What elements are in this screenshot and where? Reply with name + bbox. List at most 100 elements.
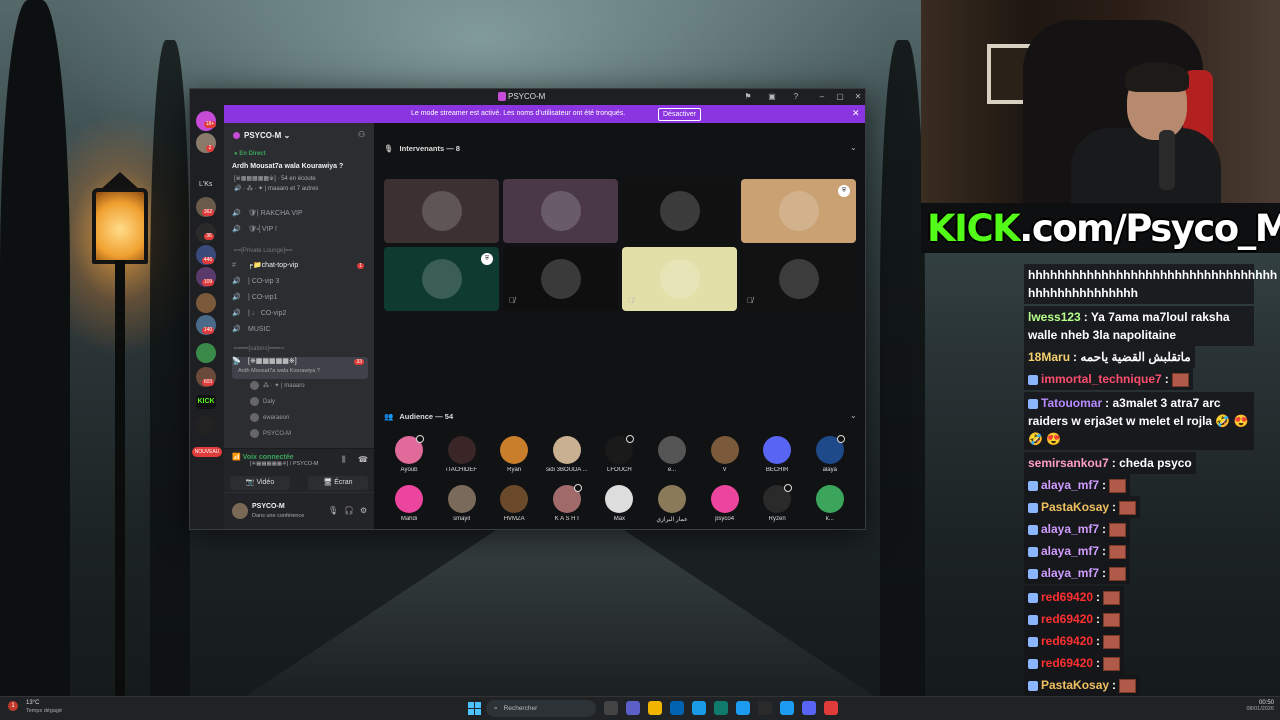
disable-streamer-mode-button[interactable]: Désactiver <box>658 108 702 121</box>
minimize-button[interactable]: – <box>816 91 828 103</box>
system-clock[interactable]: 00:50 08/01/2026 <box>1230 700 1274 712</box>
screen-share-icon[interactable]: ▣ <box>766 91 778 103</box>
taskbar-app-icon[interactable] <box>802 701 816 715</box>
channel-rakcha-vip[interactable]: 🔊 🛡| RAKCHA VIP <box>232 209 368 221</box>
server-folder-label: L'Ks <box>199 181 213 188</box>
chat-username: PastaKosay <box>1041 500 1110 514</box>
channel-label: 🛡╡VIP ! <box>248 226 277 233</box>
status-badge <box>626 435 635 443</box>
microphone-icon[interactable]: 🎙 <box>328 506 338 515</box>
server-icon[interactable] <box>196 293 216 313</box>
maximize-button[interactable]: ▢ <box>834 91 846 103</box>
taskbar: 1 13°C Temps dégagé ⌕ Rechercher 00:50 08… <box>0 696 1280 720</box>
chat-message: alaya_mf7: <box>1024 518 1131 540</box>
voice-channel-path: [※▦▦▦▦▦※] / PSYCO-M <box>250 461 319 467</box>
search-box[interactable]: ⌕ Rechercher <box>486 700 596 717</box>
audience-member[interactable]: BECHIR <box>752 436 802 482</box>
audience-member[interactable]: Mahdi <box>384 485 434 529</box>
chat-text: ماتقلبش القضية ياحمه <box>1080 350 1191 364</box>
server-icon[interactable] <box>196 415 216 435</box>
streamer-mode-banner: Le mode streamer est activé. Les noms d'… <box>224 105 865 123</box>
member-name: smayil <box>453 516 471 522</box>
stage-panel: 🎙 Intervenants — 8 ⌄ ⛨ ⛨ 🎙̸ 🎙̸ 🎙̸ 👥 Audience —… <box>374 123 865 529</box>
close-button[interactable]: ✕ <box>852 91 864 103</box>
taskbar-app-icon[interactable] <box>648 701 662 715</box>
help-icon[interactable]: ? <box>790 91 802 103</box>
audience-member[interactable]: sidi 3BOUDA ... <box>542 436 592 482</box>
audience-member[interactable]: Ryzen <box>752 484 802 529</box>
channel-vip[interactable]: 🔊 🛡╡VIP ! <box>232 225 368 237</box>
screen-share-button[interactable]: 🖥 Écran <box>308 476 368 490</box>
audience-member[interactable]: عمار البرازي <box>647 485 697 529</box>
channel-active-stage[interactable]: 📡 [※▦▦▦▦▦※] 33 Ardh Mousat7a wala Kourawi… <box>232 357 368 379</box>
headphones-icon[interactable]: 🎧 <box>344 506 354 515</box>
close-banner-icon[interactable]: ✕ <box>852 108 860 119</box>
live-label: ● En Direct <box>234 151 266 157</box>
taskbar-app-icon[interactable] <box>670 701 684 715</box>
unread-count: 33 <box>354 359 364 365</box>
audience-member[interactable]: Ayoub <box>384 435 434 482</box>
start-button[interactable] <box>468 702 481 715</box>
speaker-tile[interactable]: ⛨ <box>741 179 856 243</box>
taskbar-app-icon[interactable] <box>626 701 640 715</box>
audience-member[interactable]: HVMZA <box>489 485 539 529</box>
chat-text: cheda psyco <box>1119 456 1192 470</box>
speakers-header[interactable]: 🎙 Intervenants — 8 <box>384 144 460 153</box>
taskbar-app-icon[interactable] <box>758 701 772 715</box>
taskbar-app-icon[interactable] <box>692 701 706 715</box>
chevron-down-icon[interactable]: ⌄ <box>850 143 857 152</box>
speaker-tile[interactable] <box>622 179 737 243</box>
moderator-shield-icon: ⛨ <box>838 185 850 197</box>
channel-chat-top-vip[interactable]: # ╒📁chat-top-vip 1 <box>232 261 368 273</box>
speaker-tile[interactable] <box>503 179 618 243</box>
disconnect-icon[interactable]: ☎ <box>358 455 368 464</box>
stage-member[interactable]: Daly <box>250 397 275 409</box>
audience-member[interactable]: psyco4 <box>700 485 750 529</box>
taskbar-app-icon[interactable] <box>604 701 618 715</box>
channel-music[interactable]: 🔊 MUSIC <box>232 325 368 337</box>
audience-member[interactable]: Max <box>594 485 644 529</box>
audience-header[interactable]: 👥 Audience — 54 <box>384 412 453 421</box>
kick-server-icon[interactable]: KICK <box>196 395 216 409</box>
audience-member[interactable]: k... <box>805 485 855 529</box>
speaker-tile[interactable]: ⛨ <box>384 247 499 311</box>
category-private-lounge[interactable]: ╾━[Private Lounge]━╼ <box>234 247 292 254</box>
channel-co-vip2[interactable]: 🔊 | ♩ CO-vip2 <box>232 309 368 321</box>
taskbar-app-icon[interactable] <box>780 701 794 715</box>
chevron-down-icon[interactable]: ⌄ <box>850 411 857 420</box>
audience-member[interactable]: K A S H I <box>542 484 592 529</box>
video-button[interactable]: 📷 Vidéo <box>230 476 290 490</box>
speaker-tile[interactable]: 🎙̸ <box>503 247 618 311</box>
category-salons[interactable]: ╾━━━[salons]━━━╼ <box>234 345 284 352</box>
audience-member[interactable]: Ryan <box>489 436 539 482</box>
settings-gear-icon[interactable]: ⚙ <box>360 506 367 515</box>
audience-member[interactable]: alaya <box>805 435 855 482</box>
weather-condition: Temps dégagé <box>26 708 63 714</box>
audience-member[interactable]: LFOUCH <box>594 435 644 482</box>
noise-suppression-icon[interactable]: ⫼ <box>342 455 346 465</box>
avatar <box>250 397 259 406</box>
taskbar-app-icon[interactable] <box>714 701 728 715</box>
inbox-icon[interactable]: ⚑ <box>742 91 754 103</box>
audience-member[interactable]: V <box>700 436 750 482</box>
add-member-icon[interactable]: ⚇ <box>358 130 365 139</box>
stage-member[interactable]: ewaraeon <box>250 413 289 425</box>
taskbar-app-icon[interactable] <box>736 701 750 715</box>
stage-member[interactable]: ⁂ · ✦ | maaaro <box>250 381 305 393</box>
user-avatar[interactable] <box>232 503 248 519</box>
audience-member[interactable]: smayil <box>437 485 487 529</box>
chat-username: alaya_mf7 <box>1041 522 1100 536</box>
taskbar-app-icon[interactable] <box>824 701 838 715</box>
channel-co-vip-3[interactable]: 🔊 | CO-vip 3 <box>232 277 368 289</box>
stage-member[interactable]: PSYCO-M <box>250 429 291 441</box>
speaker-tile[interactable]: 🎙̸ <box>741 247 856 311</box>
channel-label: | ♩ CO-vip2 <box>248 310 287 317</box>
server-name-header[interactable]: PSYCO-M ⌄ <box>234 131 290 140</box>
speaker-tile[interactable]: 🎙̸ <box>622 247 737 311</box>
audience-member[interactable]: e... <box>647 436 697 482</box>
speaker-tile[interactable] <box>384 179 499 243</box>
server-icon[interactable] <box>196 343 216 363</box>
audience-member[interactable]: iTACHIDEF <box>437 436 487 482</box>
member-name: PSYCO-M <box>263 431 292 438</box>
channel-co-vip1[interactable]: 🔊 | CO-vip1 <box>232 293 368 305</box>
